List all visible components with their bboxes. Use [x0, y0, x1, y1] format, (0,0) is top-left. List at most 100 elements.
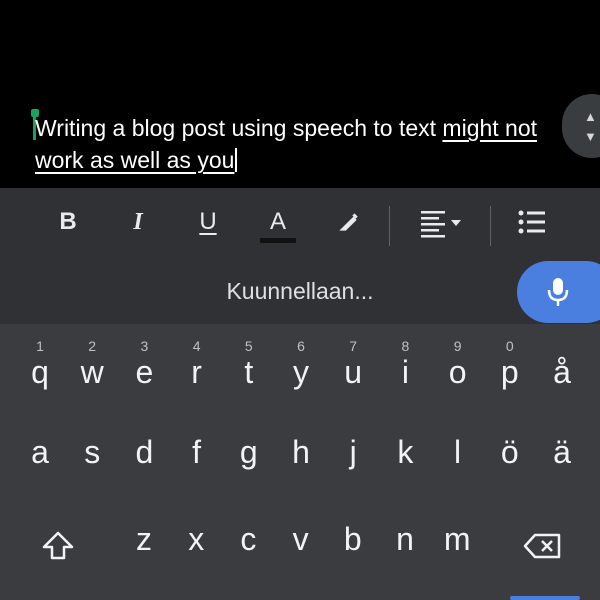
- key-hint: 9: [453, 338, 462, 354]
- chevron-down-icon: ▼: [584, 129, 597, 144]
- text-color-letter: A: [269, 208, 286, 235]
- key-label: j: [349, 434, 357, 470]
- backspace-icon: [523, 533, 561, 559]
- key-hint: 0: [505, 338, 514, 354]
- key-m[interactable]: m: [431, 521, 483, 561]
- document-text-composing-1: might not: [442, 115, 538, 141]
- key-hint: 1: [36, 338, 44, 354]
- key-t[interactable]: 5t: [223, 330, 275, 390]
- key-label: ä: [553, 434, 571, 470]
- key-w[interactable]: 2w: [66, 330, 118, 390]
- document-text-plain: Writing a blog post using speech to text: [35, 115, 443, 141]
- key-g[interactable]: g: [223, 434, 275, 474]
- voice-input-bar: Kuunnellaan...: [0, 258, 600, 324]
- key-hint: 7: [349, 338, 358, 354]
- key-o[interactable]: 9o: [432, 330, 484, 390]
- text-color-indicator: [260, 238, 296, 243]
- key-label: k: [397, 434, 414, 470]
- key-j[interactable]: j: [327, 434, 379, 474]
- key-hint: 3: [140, 338, 149, 354]
- key-label: w: [80, 354, 104, 390]
- backspace-key[interactable]: [516, 520, 570, 570]
- key-hint: 2: [88, 338, 97, 354]
- document-area[interactable]: Writing a blog post using speech to text…: [0, 0, 600, 188]
- key-label: m: [443, 521, 471, 557]
- document-text[interactable]: Writing a blog post using speech to text…: [35, 112, 575, 176]
- italic-button[interactable]: I: [116, 202, 160, 242]
- key-hint: 6: [297, 338, 305, 354]
- key-label: s: [84, 434, 101, 470]
- key-label: c: [240, 521, 257, 557]
- text-caret: [235, 148, 238, 172]
- key-label: h: [292, 434, 310, 470]
- toolbar-divider: [490, 206, 491, 246]
- key-h[interactable]: h: [275, 434, 327, 474]
- key-label: u: [344, 354, 363, 390]
- key-hint: 5: [244, 338, 253, 354]
- key-label: i: [401, 354, 409, 390]
- key-label: l: [454, 434, 462, 470]
- key-hint: 4: [192, 338, 201, 354]
- key-i[interactable]: 8i: [379, 330, 431, 390]
- key-k[interactable]: k: [379, 434, 431, 474]
- keyboard: 1q2w3e4r5t6y7u8i9o0på asdfghjklöä zxcvbn…: [0, 324, 600, 600]
- format-toolbar: B I U A: [0, 188, 600, 258]
- key-label: g: [239, 434, 258, 470]
- key-label: o: [448, 354, 467, 390]
- highlighter-icon: [339, 213, 358, 231]
- shift-key[interactable]: [32, 520, 84, 570]
- key-label: v: [292, 521, 309, 557]
- bold-button[interactable]: B: [46, 202, 90, 242]
- mic-button[interactable]: [517, 261, 600, 323]
- align-button[interactable]: [414, 202, 470, 242]
- mic-icon: [547, 278, 569, 306]
- key-label: n: [396, 521, 414, 557]
- chevron-up-icon: ▲: [584, 109, 597, 124]
- key-q[interactable]: 1q: [14, 330, 66, 390]
- underline-button[interactable]: U: [186, 202, 230, 242]
- list-button[interactable]: [510, 202, 554, 242]
- key-label: b: [343, 521, 362, 557]
- key-label: p: [500, 354, 519, 390]
- key-a[interactable]: a: [14, 434, 66, 474]
- key-x[interactable]: x: [170, 521, 222, 561]
- key-label: å: [553, 354, 571, 390]
- keyboard-accent-bar: [510, 596, 580, 600]
- key-u[interactable]: 7u: [327, 330, 379, 390]
- key-d[interactable]: d: [118, 434, 170, 474]
- key-ö[interactable]: ö: [484, 434, 536, 474]
- key-z[interactable]: z: [118, 521, 170, 561]
- key-label: q: [31, 354, 49, 390]
- key-label: x: [188, 521, 205, 557]
- key-label: z: [136, 521, 152, 557]
- key-y[interactable]: 6y: [275, 330, 327, 390]
- toolbar-divider: [389, 206, 390, 246]
- key-label: ö: [500, 434, 519, 470]
- key-label: y: [293, 354, 309, 390]
- key-e[interactable]: 3e: [118, 330, 170, 390]
- key-c[interactable]: c: [222, 521, 274, 561]
- key-ä[interactable]: ä: [536, 434, 588, 474]
- key-label: f: [192, 434, 202, 470]
- key-b[interactable]: b: [327, 521, 379, 561]
- key-n[interactable]: n: [379, 521, 431, 561]
- key-label: a: [31, 434, 49, 470]
- key-v[interactable]: v: [275, 521, 327, 561]
- align-left-icon: [421, 211, 461, 238]
- text-color-button[interactable]: A: [256, 202, 300, 243]
- listening-status: Kuunnellaan...: [226, 278, 374, 304]
- shift-icon: [42, 531, 74, 560]
- highlight-button[interactable]: [326, 202, 370, 242]
- key-f[interactable]: f: [171, 434, 223, 474]
- key-label: d: [135, 434, 154, 470]
- key-p[interactable]: 0p: [484, 330, 536, 390]
- key-r[interactable]: 4r: [171, 330, 223, 390]
- document-text-composing-2: work as well as you: [35, 147, 235, 173]
- key-å[interactable]: å: [536, 330, 588, 390]
- key-label: e: [135, 354, 154, 390]
- key-s[interactable]: s: [66, 434, 118, 474]
- key-hint: 8: [401, 338, 410, 354]
- key-label: t: [244, 354, 254, 390]
- bullet-list-icon: [518, 210, 545, 234]
- key-l[interactable]: l: [432, 434, 484, 474]
